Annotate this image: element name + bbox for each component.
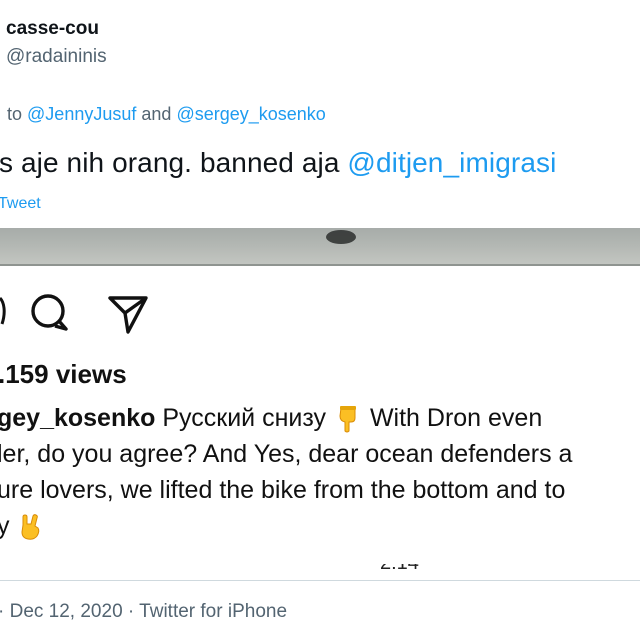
tweet-body: s aje nih orang. banned aja	[0, 147, 340, 178]
caption-russian-note: Русский снизу	[162, 404, 327, 432]
attached-media[interactable]: .159 views gey_kosenko Русский снизу Wit…	[0, 228, 640, 580]
heart-icon-partial	[0, 296, 6, 325]
divider	[0, 580, 640, 581]
sign-of-the-horns-icon	[21, 514, 40, 541]
caption-line-1-end: With Dron even	[369, 404, 543, 432]
instagram-caption: gey_kosenko Русский снизу With Dron even…	[0, 400, 640, 544]
tweet-text: s aje nih orang. banned aja @ditjen_imig…	[0, 147, 556, 179]
author-display-name[interactable]: casse-cou	[6, 18, 99, 40]
replying-to-joiner: and	[141, 104, 172, 124]
caption-line-4: y	[0, 512, 10, 540]
reply-mention-sergey-kosenko[interactable]: @sergey_kosenko	[176, 104, 325, 124]
comment-icon	[31, 294, 68, 331]
caption-line-3: ure lovers, we lifted the bike from the …	[0, 476, 566, 504]
caption-line-2: ler, do you agree? And Yes, dear ocean d…	[0, 440, 573, 468]
instagram-photo	[0, 228, 640, 266]
backhand-index-pointing-down-icon	[339, 406, 356, 433]
tweet-mention-ditjen-imigrasi[interactable]: @ditjen_imigrasi	[347, 147, 556, 178]
instagram-action-bar	[0, 290, 640, 334]
paper-plane-icon	[108, 296, 148, 334]
instagram-views: .159 views	[0, 359, 127, 389]
tweet-meta[interactable]: · Dec 12, 2020 · Twitter for iPhone	[0, 601, 287, 623]
replying-to-prefix: to	[7, 104, 23, 124]
translate-tweet-link[interactable]: Tweet	[0, 195, 41, 213]
photo-object	[326, 230, 356, 244]
replying-to-line: to @JennyJusuf and @sergey_kosenko	[7, 104, 326, 125]
reply-mention-jennyjusuf[interactable]: @JennyJusuf	[27, 104, 136, 124]
cropped-timestamp: 2:14	[380, 564, 420, 572]
caption-username: gey_kosenko	[0, 404, 156, 432]
author-handle[interactable]: @radaininis	[6, 46, 107, 68]
